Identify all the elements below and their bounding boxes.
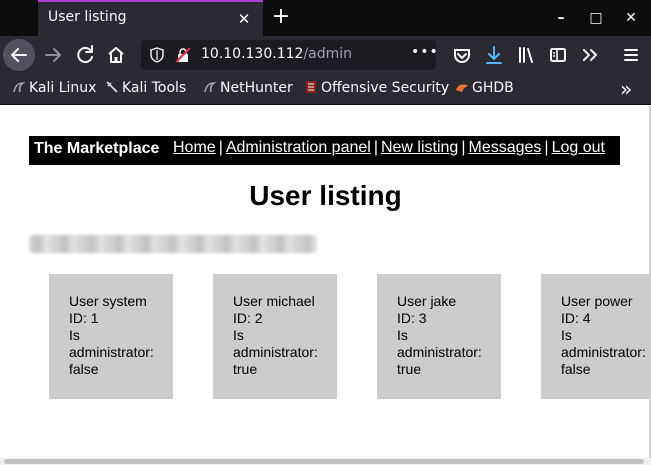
user-card[interactable]: User power ID: 4 Is administrator: false	[541, 274, 651, 399]
tab-strip: User listing ✕ + – □ ✕	[0, 0, 651, 36]
user-card[interactable]: User system ID: 1 Is administrator: fals…	[49, 274, 173, 399]
bookmark-kali-tools[interactable]: Kali Tools	[105, 80, 186, 100]
hamburger-menu-icon	[624, 49, 638, 61]
kali-dragon-icon	[204, 82, 217, 93]
admin-label: Is	[561, 327, 572, 343]
bookmark-nethunter[interactable]: NetHunter	[203, 80, 293, 100]
url-host: 10.10.130.112	[201, 46, 304, 62]
bookmark-label: Offensive Security	[321, 80, 450, 96]
bookmark-label: Kali Tools	[122, 80, 187, 96]
user-name: User jake	[397, 293, 457, 309]
app-menu-button[interactable]	[616, 40, 646, 70]
admin-label: administrator:	[69, 344, 154, 360]
nav-link-home[interactable]: Home	[173, 139, 216, 156]
nav-separator: |	[373, 139, 378, 156]
back-button[interactable]	[3, 39, 35, 71]
scrollbar-thumb[interactable]	[4, 459, 644, 464]
url-bar[interactable]: 10.10.130.112/admin •••	[141, 40, 439, 70]
library-button[interactable]	[511, 40, 541, 70]
user-card[interactable]: User jake ID: 3 Is administrator: true	[377, 274, 501, 399]
bookmark-label: GHDB	[472, 80, 514, 96]
shield-icon[interactable]	[149, 47, 165, 63]
horizontal-scrollbar[interactable]	[0, 458, 651, 465]
site-navbar: The Marketplace Home | Administration pane…	[29, 136, 620, 165]
tab-title: User listing	[48, 9, 127, 25]
admin-value: true	[397, 361, 422, 377]
user-id: ID: 4	[561, 310, 591, 326]
nav-separator: |	[218, 139, 223, 156]
new-tab-icon[interactable]: +	[267, 3, 295, 31]
minimize-icon[interactable]: –	[551, 8, 571, 28]
user-name: User power	[561, 293, 633, 309]
user-id: ID: 3	[397, 310, 427, 326]
library-icon	[519, 47, 533, 63]
overflow-menu-button[interactable]	[575, 40, 605, 70]
admin-value: false	[69, 361, 99, 377]
nav-link-log-out[interactable]: Log out	[552, 139, 605, 156]
url-path: /admin	[303, 46, 353, 62]
home-icon	[108, 47, 124, 63]
admin-label: administrator:	[233, 344, 318, 360]
user-id: ID: 1	[69, 310, 99, 326]
reload-icon	[77, 45, 93, 64]
maximize-icon[interactable]: □	[586, 8, 606, 28]
page-content: The Marketplace Home | Administration pane…	[0, 106, 651, 458]
admin-label: Is	[69, 327, 80, 343]
nav-link-messages[interactable]: Messages	[468, 139, 541, 156]
downloads-button[interactable]	[479, 40, 509, 70]
site-brand: The Marketplace	[34, 140, 160, 157]
bookmark-label: NetHunter	[220, 80, 293, 96]
admin-value: true	[233, 361, 258, 377]
admin-label: administrator:	[397, 344, 482, 360]
download-icon	[486, 46, 502, 64]
bookmarks-toolbar: Kali Linux Kali Tools NetHunter Offensiv…	[0, 74, 651, 105]
nav-separator: |	[461, 139, 466, 156]
user-card[interactable]: User michael ID: 2 Is administrator: tru…	[213, 274, 337, 399]
sidebar-icon	[550, 48, 566, 62]
page-title: User listing	[249, 180, 402, 211]
sidebar-button[interactable]	[543, 40, 573, 70]
offsec-icon	[306, 81, 316, 93]
nav-separator: |	[544, 139, 549, 156]
bookmark-offensive-security[interactable]: Offensive Security	[304, 80, 449, 100]
page-actions-icon[interactable]: •••	[411, 44, 439, 60]
home-button[interactable]	[101, 40, 131, 70]
kali-dragon-icon	[13, 82, 26, 93]
admin-label: Is	[233, 327, 244, 343]
insecure-lock-icon[interactable]	[175, 47, 191, 63]
user-name: User system	[69, 293, 147, 309]
ghdb-icon	[456, 84, 468, 92]
bookmark-label: Kali Linux	[29, 80, 97, 96]
pocket-button[interactable]	[447, 40, 477, 70]
admin-value: false	[561, 361, 591, 377]
pocket-save-icon	[454, 49, 470, 63]
url-text: 10.10.130.112/admin	[201, 46, 352, 62]
user-id: ID: 2	[233, 310, 263, 326]
tab-close-icon[interactable]: ✕	[233, 8, 255, 30]
redacted-text	[29, 235, 317, 253]
navigation-toolbar: 10.10.130.112/admin •••	[0, 36, 651, 74]
nav-link-new-listing[interactable]: New listing	[381, 139, 458, 156]
admin-label: Is	[397, 327, 408, 343]
bookmarks-overflow-icon[interactable]: »	[620, 77, 632, 101]
chevron-double-right-icon	[583, 49, 597, 61]
reload-button[interactable]	[70, 40, 100, 70]
forward-arrow-icon	[45, 48, 61, 62]
forward-button[interactable]	[38, 40, 68, 70]
close-window-icon[interactable]: ✕	[621, 8, 641, 28]
active-tab[interactable]: User listing ✕	[38, 0, 263, 36]
user-name: User michael	[233, 293, 315, 309]
admin-label: administrator:	[561, 344, 646, 360]
nav-link-administration-panel[interactable]: Administration panel	[226, 139, 371, 156]
bookmark-ghdb[interactable]: GHDB	[455, 80, 514, 100]
site-nav-links: Home | Administration panel | New listing | Me…	[173, 139, 605, 157]
kali-tools-icon	[106, 81, 118, 93]
back-arrow-icon	[11, 48, 27, 62]
bookmark-kali-linux[interactable]: Kali Linux	[12, 80, 96, 100]
